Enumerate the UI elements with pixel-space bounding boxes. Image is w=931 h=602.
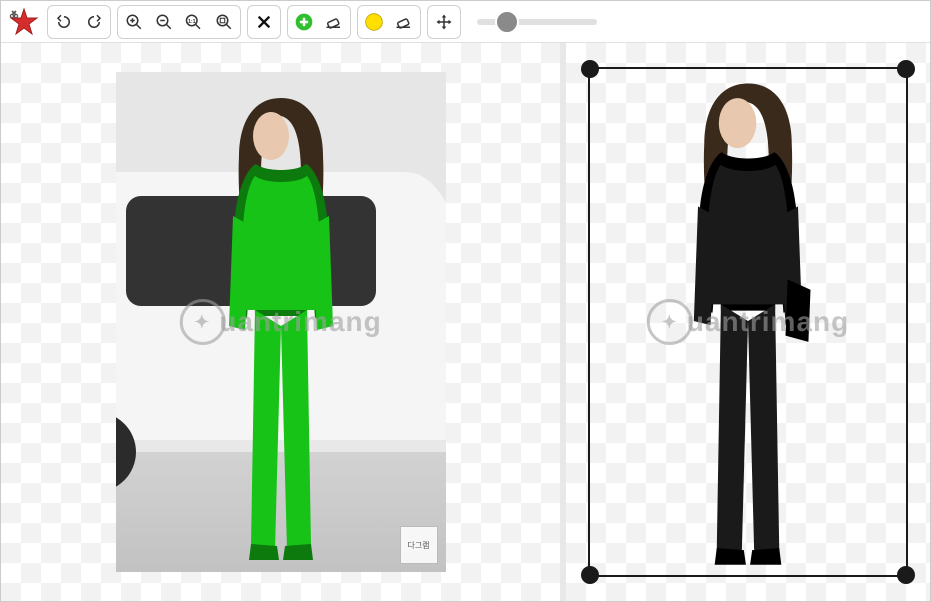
toolbar: 1:1	[1, 1, 930, 43]
source-panel[interactable]: 다그램 ✦ uantrimang	[1, 43, 560, 601]
undo-button[interactable]	[50, 8, 78, 36]
workspace: 다그램 ✦ uantrimang	[1, 43, 930, 601]
zoom-group: 1:1	[117, 5, 241, 39]
car-window	[126, 196, 376, 306]
ground	[116, 432, 446, 572]
background-car	[116, 172, 446, 452]
source-corner-label: 다그램	[400, 526, 438, 564]
result-panel[interactable]: ✦ uantrimang	[566, 43, 930, 601]
crop-handle-bottom-right[interactable]	[897, 566, 915, 584]
source-image: 다그램	[116, 72, 446, 572]
crop-handle-top-left[interactable]	[581, 60, 599, 78]
logo-icon[interactable]	[7, 5, 41, 39]
panel-divider[interactable]	[560, 43, 566, 601]
pan-button[interactable]	[430, 8, 458, 36]
zoom-out-button[interactable]	[150, 8, 178, 36]
history-group	[47, 5, 111, 39]
crop-handle-bottom-left[interactable]	[581, 566, 599, 584]
zoom-actual-button[interactable]: 1:1	[180, 8, 208, 36]
cutout-image	[663, 71, 833, 571]
slider-track[interactable]	[477, 19, 597, 25]
slider-thumb[interactable]	[495, 10, 519, 34]
zoom-fit-button[interactable]	[210, 8, 238, 36]
brush-size-slider[interactable]	[477, 19, 597, 25]
green-brush-group	[287, 5, 351, 39]
add-yellow-button[interactable]	[360, 8, 388, 36]
redo-button[interactable]	[80, 8, 108, 36]
pan-group	[427, 5, 461, 39]
yellow-brush-group	[357, 5, 421, 39]
corner-label-text: 다그램	[407, 540, 429, 551]
add-green-button[interactable]	[290, 8, 318, 36]
clear-group	[247, 5, 281, 39]
crop-handle-top-right[interactable]	[897, 60, 915, 78]
cutout-bounding-area	[588, 67, 908, 577]
zoom-in-button[interactable]	[120, 8, 148, 36]
svg-text:1:1: 1:1	[188, 18, 196, 24]
clear-button[interactable]	[250, 8, 278, 36]
erase-yellow-button[interactable]	[390, 8, 418, 36]
erase-green-button[interactable]	[320, 8, 348, 36]
crop-bounding-box[interactable]	[588, 67, 908, 577]
app-root: 1:1	[0, 0, 931, 602]
